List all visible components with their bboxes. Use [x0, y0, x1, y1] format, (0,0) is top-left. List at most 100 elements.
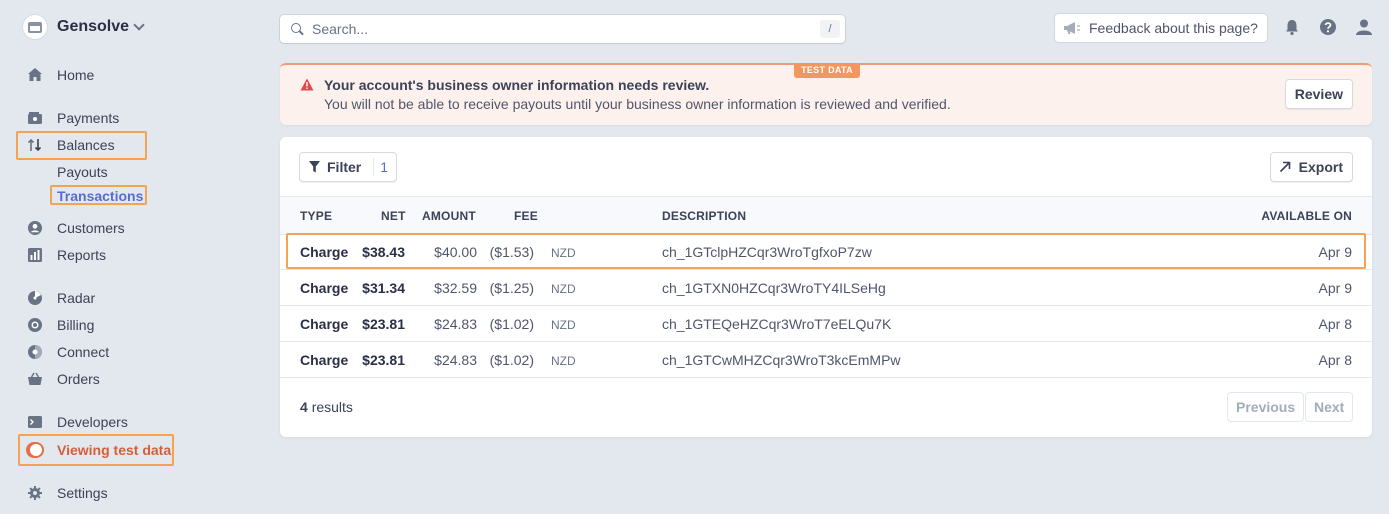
cell-fee: ($1.25): [489, 280, 534, 296]
feedback-button[interactable]: Feedback about this page?: [1055, 14, 1267, 42]
feedback-label: Feedback about this page?: [1089, 20, 1258, 36]
cell-fee: ($1.02): [489, 352, 534, 368]
sidebar-item-label: Payments: [57, 110, 120, 126]
cell-type: Charge: [300, 280, 349, 296]
sidebar-item-label: Settings: [57, 485, 108, 501]
arrows-up-down-icon: [26, 136, 44, 154]
search-bar[interactable]: /: [280, 15, 845, 43]
cell-amount: $24.83: [434, 352, 477, 368]
sidebar-item-connect[interactable]: Connect: [26, 341, 109, 363]
sidebar-item-reports[interactable]: Reports: [26, 244, 106, 266]
banner-title: Your account's business owner informatio…: [324, 77, 710, 93]
results-count: 4 results: [300, 399, 353, 415]
arrow-up-right-icon: [1279, 161, 1290, 173]
cell-net: $38.43: [362, 244, 405, 260]
sidebar-item-payouts[interactable]: Payouts: [57, 164, 108, 180]
sidebar-item-payments[interactable]: Payments: [26, 107, 119, 129]
previous-button[interactable]: Previous: [1227, 392, 1305, 422]
column-header-amount: AMOUNT: [422, 209, 476, 223]
next-button[interactable]: Next: [1305, 392, 1354, 422]
sidebar-item-label: Radar: [57, 290, 96, 306]
banner-text: You will not be able to receive payouts …: [324, 96, 951, 112]
cell-amount: $32.59: [434, 280, 477, 296]
results-number: 4: [300, 399, 308, 415]
table-row[interactable]: Charge $38.43 $40.00 ($1.53) NZD ch_1GTc…: [280, 234, 1372, 270]
cell-type: Charge: [300, 316, 349, 332]
sidebar-item-balances[interactable]: Balances: [26, 134, 115, 156]
filter-icon: [309, 161, 320, 173]
megaphone-icon: [1064, 22, 1080, 34]
connect-icon: [26, 343, 44, 361]
home-icon: [26, 66, 44, 84]
sidebar-item-customers[interactable]: Customers: [26, 217, 125, 239]
sidebar-item-developers[interactable]: Developers: [26, 411, 128, 433]
cell-available-on: Apr 9: [1318, 280, 1352, 296]
sidebar-item-home[interactable]: Home: [26, 64, 94, 86]
bar-chart-icon: [26, 246, 44, 264]
sidebar-item-label: Orders: [57, 371, 100, 387]
cell-description: ch_1GTEQeHZCqr3WroT7eELQu7K: [662, 316, 892, 332]
toggle-switch[interactable]: [26, 441, 44, 459]
sidebar-item-radar[interactable]: Radar: [26, 287, 95, 309]
sidebar-item-transactions[interactable]: Transactions: [57, 188, 143, 204]
cell-net: $23.81: [362, 316, 405, 332]
sidebar: Gensolve Home Payments Balances Payouts …: [0, 0, 260, 514]
warning-banner: TEST DATA Your account's business owner …: [280, 63, 1372, 125]
cell-net: $31.34: [362, 280, 405, 296]
basket-icon: [26, 370, 44, 388]
cell-fee: ($1.02): [489, 316, 534, 332]
sidebar-item-orders[interactable]: Orders: [26, 368, 100, 390]
cell-type: Charge: [300, 352, 349, 368]
search-icon: [291, 23, 303, 35]
test-data-toggle[interactable]: Viewing test data: [26, 439, 171, 461]
cell-currency: NZD: [551, 318, 576, 332]
cell-available-on: Apr 9: [1318, 244, 1352, 260]
bell-icon[interactable]: [1283, 18, 1301, 36]
cell-net: $23.81: [362, 352, 405, 368]
billing-icon: [26, 316, 44, 334]
column-header-fee: FEE: [514, 209, 538, 223]
cell-amount: $24.83: [434, 316, 477, 332]
test-data-badge: TEST DATA: [794, 63, 860, 78]
sidebar-item-label: Balances: [57, 137, 115, 153]
table-header: TYPE NET AMOUNT FEE DESCRIPTION AVAILABL…: [280, 196, 1372, 235]
user-circle-icon: [26, 219, 44, 237]
cell-currency: NZD: [551, 354, 576, 368]
sidebar-item-label: Viewing test data: [57, 442, 172, 458]
sidebar-item-label: Connect: [57, 344, 110, 360]
review-button[interactable]: Review: [1284, 79, 1353, 109]
cell-available-on: Apr 8: [1318, 316, 1352, 332]
user-icon[interactable]: [1355, 18, 1373, 36]
cell-available-on: Apr 8: [1318, 352, 1352, 368]
sidebar-item-label: Billing: [57, 317, 95, 333]
cell-description: ch_1GTclpHZCqr3WroTgfxoP7zw: [662, 244, 872, 260]
filter-label: Filter: [327, 159, 362, 175]
cell-description: ch_1GTCwMHZCqr3WroT3kcEmMPw: [662, 352, 901, 368]
export-button[interactable]: Export: [1269, 152, 1353, 182]
cell-type: Charge: [300, 244, 349, 260]
table-row[interactable]: Charge $23.81 $24.83 ($1.02) NZD ch_1GTC…: [280, 342, 1372, 378]
search-shortcut-hint: /: [820, 20, 840, 38]
cell-currency: NZD: [551, 282, 576, 296]
column-header-available-on: AVAILABLE ON: [1261, 209, 1352, 223]
account-name: Gensolve: [57, 18, 130, 35]
sidebar-item-label: Customers: [57, 220, 125, 236]
search-input[interactable]: [312, 21, 820, 37]
filter-count: 1: [380, 159, 389, 175]
column-header-type: TYPE: [300, 209, 333, 223]
account-switcher[interactable]: Gensolve: [22, 14, 145, 40]
chevron-down-icon: [133, 18, 145, 31]
terminal-icon: [26, 413, 44, 431]
sidebar-item-label: Reports: [57, 247, 107, 263]
sidebar-item-label: Developers: [57, 414, 128, 430]
results-label: results: [311, 399, 353, 415]
sidebar-item-billing[interactable]: Billing: [26, 314, 94, 336]
table-row[interactable]: Charge $23.81 $24.83 ($1.02) NZD ch_1GTE…: [280, 306, 1372, 342]
sidebar-item-settings[interactable]: Settings: [26, 482, 108, 504]
sidebar-item-label: Home: [57, 67, 95, 83]
filter-button[interactable]: Filter 1: [299, 152, 398, 182]
radar-icon: [26, 289, 44, 307]
help-icon[interactable]: [1319, 18, 1337, 36]
cell-currency: NZD: [551, 246, 576, 260]
table-row[interactable]: Charge $31.34 $32.59 ($1.25) NZD ch_1GTX…: [280, 270, 1372, 306]
